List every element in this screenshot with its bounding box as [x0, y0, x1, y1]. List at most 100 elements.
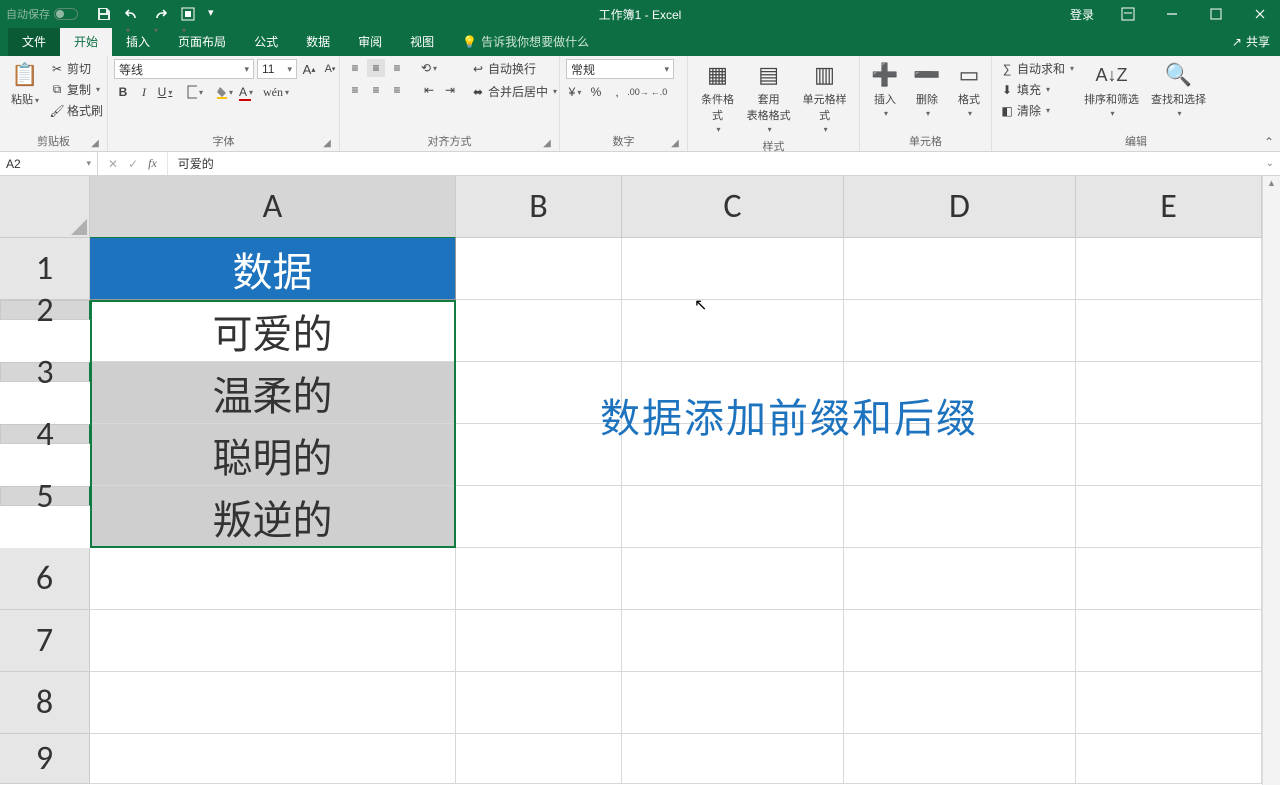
cell-a2[interactable]: 可爱的: [90, 300, 456, 362]
wrap-text-button[interactable]: ↩自动换行: [469, 59, 559, 78]
minimize-button[interactable]: [1152, 0, 1192, 28]
cell-e5[interactable]: [1076, 486, 1262, 548]
cell-d2[interactable]: [844, 300, 1076, 362]
autosum-button[interactable]: ∑自动求和: [998, 59, 1076, 78]
dialog-launcher-icon[interactable]: ◢: [89, 138, 101, 150]
cell-b9[interactable]: [456, 734, 622, 784]
tab-formula[interactable]: 公式: [240, 27, 292, 56]
grid[interactable]: A B C D E 1 数据 2 可爱的 3 温柔的 4 聪明的 5 叛逆的 6: [0, 176, 1262, 785]
qat-more-icon[interactable]: ▾: [208, 6, 224, 22]
cut-button[interactable]: ✂剪切: [48, 59, 105, 78]
dialog-launcher-icon[interactable]: ◢: [541, 138, 553, 150]
italic-button[interactable]: I: [135, 83, 153, 101]
row-header-7[interactable]: 7: [0, 610, 90, 672]
col-header-b[interactable]: B: [456, 176, 622, 238]
increase-decimal-icon[interactable]: .00→: [629, 83, 647, 101]
touch-mode-icon[interactable]: [180, 6, 196, 22]
align-center-icon[interactable]: ≡: [367, 81, 385, 99]
fill-color-button[interactable]: [216, 83, 234, 101]
close-button[interactable]: [1240, 0, 1280, 28]
cell-e1[interactable]: [1076, 238, 1262, 300]
cell-styles-button[interactable]: ▥单元格样式: [796, 59, 853, 136]
underline-button[interactable]: U: [156, 83, 174, 101]
col-header-d[interactable]: D: [844, 176, 1076, 238]
cell-c2[interactable]: [622, 300, 844, 362]
insert-cells-button[interactable]: ➕插入: [866, 59, 904, 120]
format-painter-button[interactable]: 🖌格式刷: [48, 101, 105, 120]
select-all-corner[interactable]: [0, 176, 90, 238]
row-header-5[interactable]: 5: [0, 486, 90, 506]
cell-e3[interactable]: [1076, 362, 1262, 424]
cell-b6[interactable]: [456, 548, 622, 610]
vertical-scrollbar[interactable]: ▲: [1262, 176, 1280, 785]
cell-d5[interactable]: [844, 486, 1076, 548]
conditional-format-button[interactable]: ▦条件格式: [694, 59, 741, 136]
cell-a3[interactable]: 温柔的: [90, 362, 456, 424]
maximize-button[interactable]: [1196, 0, 1236, 28]
cell-d7[interactable]: [844, 610, 1076, 672]
row-header-4[interactable]: 4: [0, 424, 90, 444]
tab-page-layout[interactable]: 页面布局: [164, 27, 240, 56]
cell-e2[interactable]: [1076, 300, 1262, 362]
table-format-button[interactable]: ▤套用 表格格式: [745, 59, 792, 136]
collapse-ribbon-icon[interactable]: ⌃: [1264, 135, 1274, 149]
save-icon[interactable]: [96, 6, 112, 22]
col-header-e[interactable]: E: [1076, 176, 1262, 238]
decrease-decimal-icon[interactable]: ←.0: [650, 83, 668, 101]
col-header-c[interactable]: C: [622, 176, 844, 238]
increase-font-icon[interactable]: A▴: [300, 60, 318, 78]
cell-b1[interactable]: [456, 238, 622, 300]
find-select-button[interactable]: 🔍查找和选择: [1147, 59, 1210, 120]
name-box[interactable]: A2▾: [0, 152, 98, 175]
paste-button[interactable]: 📋 粘贴: [6, 59, 44, 109]
comma-format-icon[interactable]: ,: [608, 83, 626, 101]
border-button[interactable]: [186, 83, 204, 101]
clear-button[interactable]: ◧清除: [998, 101, 1076, 120]
scroll-up-icon[interactable]: ▲: [1263, 176, 1280, 190]
dialog-launcher-icon[interactable]: ◢: [669, 138, 681, 150]
cell-a6[interactable]: [90, 548, 456, 610]
phonetic-button[interactable]: wén: [267, 83, 285, 101]
align-bottom-icon[interactable]: ≡: [388, 59, 406, 77]
auto-save-toggle[interactable]: 自动保存: [6, 6, 78, 22]
cell-e9[interactable]: [1076, 734, 1262, 784]
cell-b3[interactable]: [456, 362, 622, 424]
cell-d1[interactable]: [844, 238, 1076, 300]
cell-a4[interactable]: 聪明的: [90, 424, 456, 486]
bold-button[interactable]: B: [114, 83, 132, 101]
cell-b8[interactable]: [456, 672, 622, 734]
cell-e4[interactable]: [1076, 424, 1262, 486]
merge-center-button[interactable]: ⬌合并后居中: [469, 82, 559, 101]
dialog-launcher-icon[interactable]: ◢: [321, 138, 333, 150]
font-color-button[interactable]: A: [237, 83, 255, 101]
fx-icon[interactable]: fx: [148, 156, 157, 171]
cell-b7[interactable]: [456, 610, 622, 672]
format-cells-button[interactable]: ▭格式: [950, 59, 988, 120]
row-header-3[interactable]: 3: [0, 362, 90, 382]
cell-b4[interactable]: [456, 424, 622, 486]
formula-input[interactable]: 可爱的: [168, 155, 214, 172]
cell-c5[interactable]: [622, 486, 844, 548]
number-format-select[interactable]: 常规▾: [566, 59, 674, 79]
cell-c6[interactable]: [622, 548, 844, 610]
tell-me[interactable]: 💡 告诉我你想要做什么: [462, 33, 589, 56]
cell-a5[interactable]: 叛逆的: [90, 486, 456, 548]
cell-c1[interactable]: [622, 238, 844, 300]
percent-format-icon[interactable]: %: [587, 83, 605, 101]
decrease-font-icon[interactable]: A▾: [321, 60, 339, 78]
cell-d8[interactable]: [844, 672, 1076, 734]
indent-decrease-icon[interactable]: ⇤: [420, 81, 438, 99]
row-header-6[interactable]: 6: [0, 548, 90, 610]
indent-increase-icon[interactable]: ⇥: [441, 81, 459, 99]
cell-a9[interactable]: [90, 734, 456, 784]
col-header-a[interactable]: A: [90, 176, 456, 238]
expand-formula-icon[interactable]: ⌄: [1266, 158, 1274, 169]
font-size-select[interactable]: 11▾: [257, 59, 297, 79]
cell-a1[interactable]: 数据: [90, 238, 456, 300]
enter-icon[interactable]: ✓: [128, 157, 138, 171]
undo-icon[interactable]: [124, 6, 140, 22]
cancel-icon[interactable]: ✕: [108, 157, 118, 171]
cell-a7[interactable]: [90, 610, 456, 672]
row-header-8[interactable]: 8: [0, 672, 90, 734]
cell-e7[interactable]: [1076, 610, 1262, 672]
